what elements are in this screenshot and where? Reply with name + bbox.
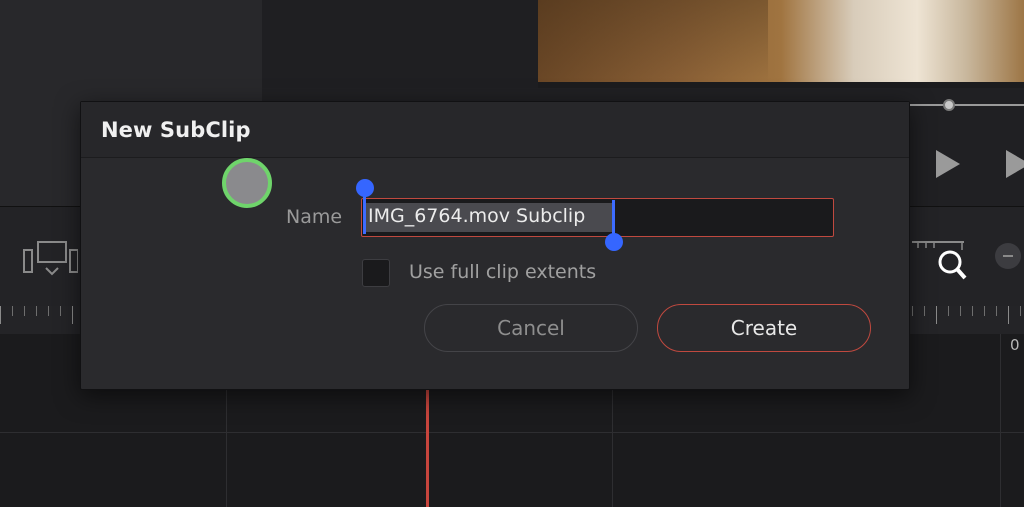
selection-start-handle[interactable]: [356, 179, 374, 197]
name-label: Name: [286, 206, 343, 228]
use-full-clip-extents-label[interactable]: Use full clip extents: [409, 261, 596, 283]
create-button[interactable]: Create: [657, 304, 871, 352]
track-divider: [1000, 334, 1001, 507]
play-icon[interactable]: [936, 150, 960, 178]
zoom-icon[interactable]: [912, 238, 968, 282]
subclip-name-value[interactable]: IMG_6764.mov Subclip: [368, 205, 585, 227]
next-frame-icon[interactable]: [1006, 150, 1024, 178]
viewer-scrubber[interactable]: [905, 104, 1024, 106]
selection-start-handle-line[interactable]: [363, 196, 366, 234]
dialog-header: New SubClip: [81, 102, 909, 158]
monitor-icon[interactable]: [22, 240, 78, 280]
selection-end-handle[interactable]: [605, 233, 623, 251]
touch-indicator: [222, 158, 272, 208]
dialog-title: New SubClip: [101, 118, 251, 142]
scrubber-knob[interactable]: [943, 99, 955, 111]
track-separator: [0, 432, 1024, 433]
video-preview-shade: [538, 0, 768, 82]
playhead[interactable]: [426, 390, 429, 507]
viewer-side-panel: [262, 0, 538, 88]
new-subclip-dialog: New SubClip Name IMG_6764.mov Subclip Us…: [80, 101, 910, 390]
subclip-name-input[interactable]: IMG_6764.mov Subclip: [361, 198, 834, 237]
cancel-button[interactable]: Cancel: [424, 304, 638, 352]
use-full-clip-extents-checkbox[interactable]: [362, 259, 390, 287]
ruler-timecode-label: 0: [1010, 336, 1020, 354]
zoom-out-minus-icon[interactable]: [995, 243, 1021, 269]
